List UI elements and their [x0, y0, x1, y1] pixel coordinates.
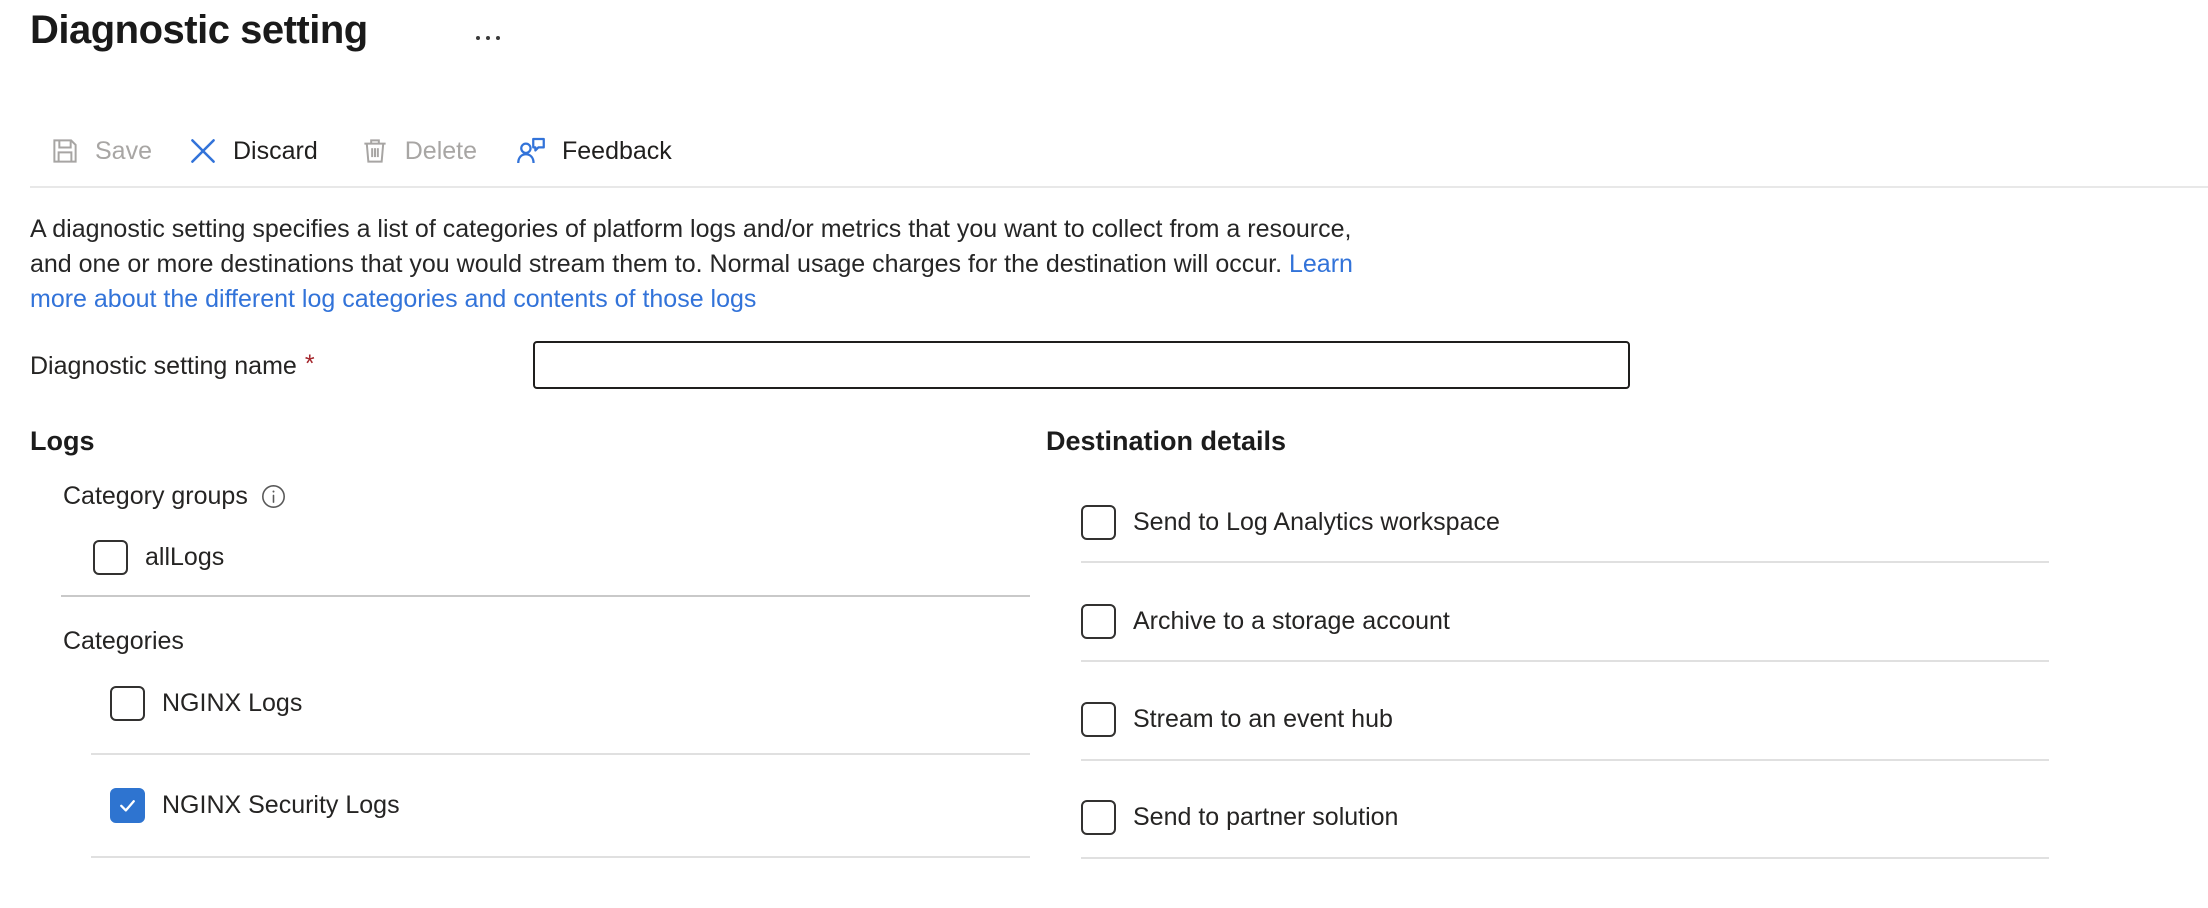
nginx-logs-label: NGINX Logs [162, 689, 302, 718]
discard-x-icon [186, 134, 220, 168]
logs-section-heading: Logs [30, 426, 95, 457]
archive-to-storage-row: Archive to a storage account [1081, 602, 1450, 640]
alllogs-checkbox[interactable] [93, 540, 128, 575]
description-line-1: A diagnostic setting specifies a list of… [30, 212, 1353, 247]
description-text: A diagnostic setting specifies a list of… [30, 212, 1353, 317]
diagnostic-setting-page: Diagnostic setting Save Discard [0, 0, 2208, 908]
diagnostic-setting-name-input[interactable] [533, 341, 1630, 389]
dot [476, 36, 480, 40]
destination-details-heading: Destination details [1046, 426, 1286, 457]
stream-to-event-hub-row: Stream to an event hub [1081, 700, 1393, 738]
category-groups-label: Category groups [63, 482, 248, 511]
save-icon [48, 134, 82, 168]
archive-to-storage-label: Archive to a storage account [1133, 607, 1450, 636]
learn-more-link[interactable]: more about the different log categories … [30, 285, 756, 313]
nginx-logs-row: NGINX Logs [110, 684, 302, 722]
nginx-security-logs-checkbox[interactable] [110, 788, 145, 823]
category-groups-row: Category groups [63, 482, 287, 511]
discard-label: Discard [233, 137, 318, 166]
toolbar-divider [30, 186, 2208, 188]
dot [486, 36, 490, 40]
check-icon [116, 794, 139, 817]
description-line-3: more about the different log categories … [30, 282, 1353, 317]
save-label: Save [95, 137, 152, 166]
stream-to-event-hub-checkbox[interactable] [1081, 702, 1116, 737]
divider [1081, 660, 2049, 662]
diagnostic-setting-name-label: Diagnostic setting name* [30, 352, 315, 381]
dot [496, 36, 500, 40]
archive-to-storage-checkbox[interactable] [1081, 604, 1116, 639]
stream-to-event-hub-label: Stream to an event hub [1133, 705, 1393, 734]
alllogs-row: allLogs [93, 538, 224, 576]
send-to-partner-row: Send to partner solution [1081, 798, 1398, 836]
delete-button[interactable]: Delete [358, 134, 477, 168]
nginx-logs-checkbox[interactable] [110, 686, 145, 721]
more-options-icon[interactable] [476, 36, 500, 40]
divider [61, 595, 1030, 597]
feedback-label: Feedback [562, 137, 672, 166]
discard-button[interactable]: Discard [186, 134, 318, 168]
save-button[interactable]: Save [48, 134, 152, 168]
page-title: Diagnostic setting [30, 8, 368, 53]
info-icon[interactable] [260, 483, 287, 510]
send-to-partner-checkbox[interactable] [1081, 800, 1116, 835]
command-bar: Save Discard D [48, 128, 672, 174]
trash-icon [358, 134, 392, 168]
divider [1081, 561, 2049, 563]
divider [1081, 759, 2049, 761]
send-to-log-analytics-row: Send to Log Analytics workspace [1081, 503, 1500, 541]
categories-label: Categories [63, 627, 184, 656]
send-to-log-analytics-label: Send to Log Analytics workspace [1133, 508, 1500, 537]
divider [91, 753, 1030, 755]
nginx-security-logs-label: NGINX Security Logs [162, 791, 400, 820]
alllogs-label: allLogs [145, 543, 224, 572]
learn-more-link[interactable]: Learn [1289, 250, 1353, 278]
divider [91, 856, 1030, 858]
required-asterisk: * [305, 350, 315, 378]
feedback-person-icon [513, 133, 549, 169]
divider [1081, 857, 2049, 859]
description-line-2: and one or more destinations that you wo… [30, 247, 1353, 282]
feedback-button[interactable]: Feedback [513, 133, 672, 169]
send-to-partner-label: Send to partner solution [1133, 803, 1398, 832]
nginx-security-logs-row: NGINX Security Logs [110, 786, 400, 824]
send-to-log-analytics-checkbox[interactable] [1081, 505, 1116, 540]
delete-label: Delete [405, 137, 477, 166]
